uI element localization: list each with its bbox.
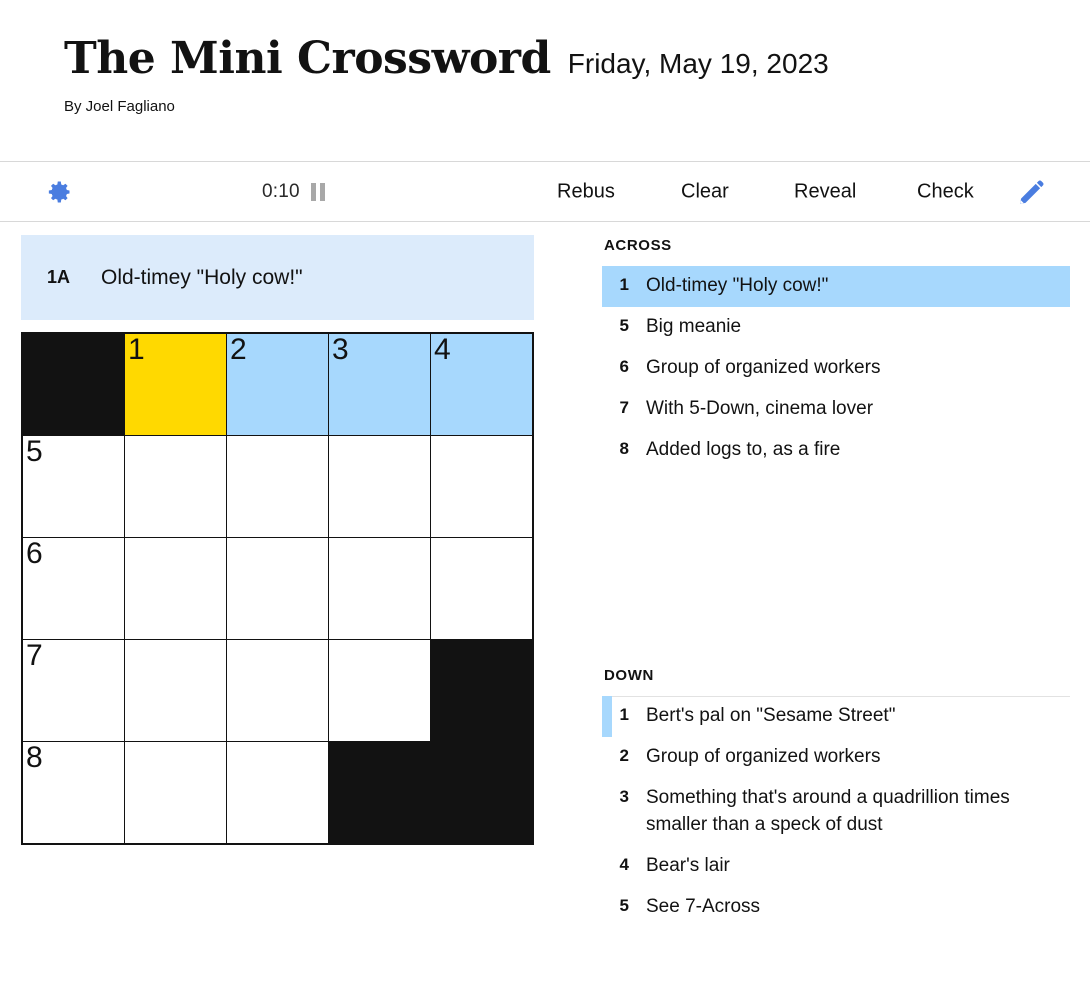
rebus-button[interactable]: Rebus xyxy=(551,176,621,207)
reveal-button[interactable]: Reveal xyxy=(788,176,862,207)
clue-text: Group of organized workers xyxy=(646,356,881,378)
puzzle-column: 1A Old-timey "Holy cow!" 1 2 3 4 5 6 7 8 xyxy=(0,222,555,928)
timer[interactable]: 0:10 xyxy=(262,181,325,203)
grid-cell[interactable]: 3 xyxy=(329,333,430,435)
cell-number: 2 xyxy=(230,333,247,366)
across-clue-list: 1 Old-timey "Holy cow!" 5 Big meanie 6 Group … xyxy=(602,266,1070,471)
clue-item[interactable]: 1 Bert's pal on "Sesame Street" xyxy=(602,695,1070,737)
cell-number: 5 xyxy=(26,435,43,468)
cell-number: 7 xyxy=(26,639,43,672)
clue-item[interactable]: 6 Group of organized workers xyxy=(602,348,1070,389)
content-area: 1A Old-timey "Holy cow!" 1 2 3 4 5 6 7 8 ACROSS… xyxy=(0,222,1090,928)
current-clue-bar[interactable]: 1A Old-timey "Holy cow!" xyxy=(21,235,534,320)
grid-cell[interactable] xyxy=(227,742,328,843)
clues-column: ACROSS 1 Old-timey "Holy cow!" 5 Big meanie… xyxy=(555,222,1090,928)
across-block: ACROSS 1 Old-timey "Holy cow!" 5 Big meanie… xyxy=(602,237,1070,471)
clue-item[interactable]: 7 With 5-Down, cinema lover xyxy=(602,389,1070,430)
grid-cell[interactable] xyxy=(227,538,328,639)
grid-cell[interactable] xyxy=(431,436,532,537)
across-heading: ACROSS xyxy=(604,237,672,254)
grid-block-cell xyxy=(431,640,532,741)
title-row: The Mini Crossword Friday, May 19, 2023 xyxy=(64,33,1090,84)
pause-icon[interactable] xyxy=(310,182,325,201)
page-header: The Mini Crossword Friday, May 19, 2023 … xyxy=(0,0,1090,161)
clue-text: Bert's pal on "Sesame Street" xyxy=(646,704,896,726)
grid-cell[interactable]: 2 xyxy=(227,333,328,435)
clue-item[interactable]: 4 Bear's lair xyxy=(602,846,1070,887)
grid-cell[interactable]: 1 xyxy=(125,333,226,435)
grid-block-cell xyxy=(431,742,532,843)
clue-number: 5 xyxy=(619,315,629,335)
clue-number: 4 xyxy=(619,854,629,874)
grid-cell[interactable] xyxy=(125,742,226,843)
down-heading: DOWN xyxy=(604,666,654,684)
clue-text: Group of organized workers xyxy=(646,745,881,767)
grid-cell[interactable] xyxy=(227,436,328,537)
grid-cell[interactable] xyxy=(125,436,226,537)
grid-block-cell xyxy=(23,334,124,435)
down-clue-list: 1 Bert's pal on "Sesame Street" 2 Group of … xyxy=(602,695,1070,928)
down-block: DOWN 1 Bert's pal on "Sesame Street" 2 Grou… xyxy=(602,667,1070,928)
timer-value: 0:10 xyxy=(262,180,300,202)
clue-item[interactable]: 3 Something that's around a quadrillion t… xyxy=(602,778,1070,846)
current-clue-text: Old-timey "Holy cow!" xyxy=(101,265,303,289)
clue-text: Bear's lair xyxy=(646,854,730,876)
grid-cell[interactable] xyxy=(125,640,226,741)
byline: By Joel Fagliano xyxy=(64,98,175,116)
gear-icon[interactable] xyxy=(44,177,74,207)
clue-text: See 7-Across xyxy=(646,895,761,917)
grid-cell[interactable] xyxy=(125,538,226,639)
pencil-icon[interactable] xyxy=(1016,176,1048,208)
clue-text: Old-timey "Holy cow!" xyxy=(646,275,829,296)
cell-number: 8 xyxy=(26,741,43,774)
clue-number: 3 xyxy=(619,786,629,806)
grid-cell[interactable]: 6 xyxy=(23,537,124,639)
grid-cell[interactable] xyxy=(227,640,328,741)
grid-cell[interactable]: 8 xyxy=(23,741,124,843)
grid-cell[interactable] xyxy=(329,538,430,639)
clue-item[interactable]: 5 See 7-Across xyxy=(602,887,1070,928)
clue-number: 8 xyxy=(619,438,629,458)
clue-text: Added logs to, as a fire xyxy=(646,438,841,460)
clue-number: 1 xyxy=(619,704,629,724)
grid-cell[interactable]: 7 xyxy=(23,639,124,741)
check-button[interactable]: Check xyxy=(911,176,980,207)
page-title: The Mini Crossword xyxy=(64,33,551,84)
clue-item[interactable]: 8 Added logs to, as a fire xyxy=(602,430,1070,471)
cell-number: 3 xyxy=(332,333,349,366)
clue-item[interactable]: 5 Big meanie xyxy=(602,307,1070,348)
cell-number: 6 xyxy=(26,537,43,570)
clue-number: 5 xyxy=(619,895,629,915)
toolbar: 0:10 Rebus Clear Reveal Check xyxy=(0,161,1090,222)
clue-number: 2 xyxy=(619,745,629,765)
clue-text: Big meanie xyxy=(646,315,742,337)
clue-text: Something that's around a quadrillion ti… xyxy=(646,786,1010,835)
grid-cell[interactable] xyxy=(329,640,430,741)
clear-button[interactable]: Clear xyxy=(675,176,735,207)
grid-block-cell xyxy=(329,742,430,843)
puzzle-date: Friday, May 19, 2023 xyxy=(567,48,829,79)
clue-number: 1 xyxy=(619,275,629,294)
grid-cell[interactable] xyxy=(329,436,430,537)
current-clue-number: 1A xyxy=(47,267,71,287)
grid-cell[interactable]: 5 xyxy=(23,435,124,537)
grid-cell[interactable]: 4 xyxy=(431,333,532,435)
clue-item[interactable]: 1 Old-timey "Holy cow!" xyxy=(602,266,1070,307)
clue-text: With 5-Down, cinema lover xyxy=(646,397,874,419)
grid-cell[interactable] xyxy=(431,538,532,639)
crossword-grid[interactable]: 1 2 3 4 5 6 7 8 xyxy=(21,332,534,845)
cell-number: 1 xyxy=(128,333,145,366)
clue-number: 7 xyxy=(619,397,629,417)
cell-number: 4 xyxy=(434,333,451,366)
clue-item[interactable]: 2 Group of organized workers xyxy=(602,737,1070,778)
clue-number: 6 xyxy=(619,356,629,376)
